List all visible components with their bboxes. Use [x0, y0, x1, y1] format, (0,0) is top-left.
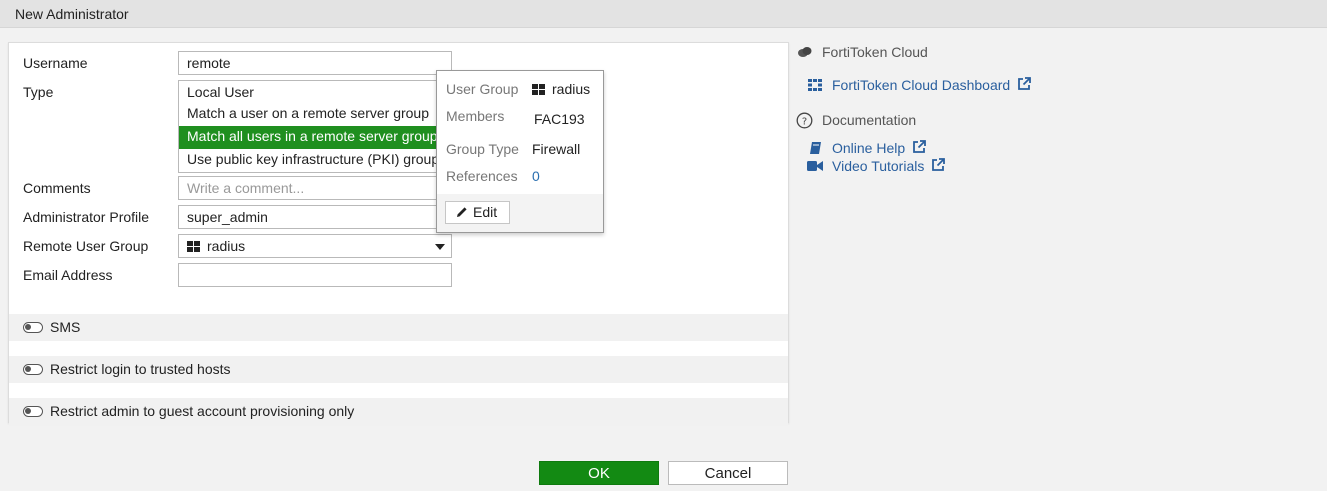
popup-footer: Edit [437, 194, 603, 232]
online-help-link[interactable]: Online Help [832, 140, 927, 156]
type-label: Type [23, 84, 54, 100]
email-field[interactable] [178, 263, 452, 287]
help-circle-icon: ? [796, 112, 813, 129]
sms-toggle[interactable] [23, 322, 43, 333]
guest-only-label: Restrict admin to guest account provisio… [50, 403, 355, 419]
remote-group-select[interactable]: radius [178, 234, 452, 258]
fortitoken-title: FortiToken Cloud [822, 44, 928, 60]
admin-profile-select[interactable]: super_admin [178, 205, 452, 229]
type-option-remote-user[interactable]: Match a user on a remote server group [179, 103, 451, 126]
trusted-hosts-toggle[interactable] [23, 364, 43, 375]
popup-user-group-text: radius [552, 81, 591, 97]
cancel-button[interactable]: Cancel [668, 461, 788, 485]
video-tutorials-link[interactable]: Video Tutorials [832, 158, 946, 174]
comments-field[interactable]: Write a comment... [178, 176, 452, 200]
window-title: New Administrator [15, 6, 129, 22]
remote-group-label: Remote User Group [23, 238, 149, 254]
popup-user-group-key: User Group [446, 81, 519, 97]
fortitoken-dashboard-link[interactable]: FortiToken Cloud Dashboard [832, 77, 1032, 93]
admin-profile-label: Administrator Profile [23, 209, 150, 225]
popup-user-group-value: radius [532, 81, 590, 97]
popup-references-key: References [446, 168, 518, 184]
ok-button[interactable]: OK [539, 461, 659, 485]
user-group-popup: User Group radius Members FAC193 Group T… [436, 70, 604, 233]
username-field[interactable]: remote [178, 51, 452, 75]
fortitoken-cloud-icon [798, 47, 812, 57]
external-link-icon [932, 158, 946, 171]
fortitoken-dashboard-label: FortiToken Cloud Dashboard [832, 77, 1011, 93]
admin-form-panel: Username remote Type Local User Match a … [8, 42, 789, 425]
type-dropdown-list: Match a user on a remote server group Ma… [178, 103, 452, 173]
username-label: Username [23, 55, 88, 71]
type-select[interactable]: Local User [178, 80, 452, 104]
external-link-icon [1018, 77, 1032, 90]
sms-section: SMS [9, 314, 788, 341]
guest-only-toggle[interactable] [23, 406, 43, 417]
popup-group-type-value: Firewall [532, 141, 581, 157]
external-link-icon [913, 140, 927, 153]
pencil-icon [457, 207, 467, 217]
remote-group-value: radius [207, 238, 246, 254]
svg-text:?: ? [802, 117, 807, 128]
user-group-icon [532, 84, 545, 95]
popup-members-key: Members [446, 108, 505, 124]
popup-group-type-key: Group Type [446, 141, 519, 157]
video-tutorials-label: Video Tutorials [832, 158, 925, 174]
chevron-down-icon[interactable] [435, 244, 445, 250]
edit-button[interactable]: Edit [445, 201, 510, 224]
sms-label: SMS [50, 319, 81, 335]
guest-only-section: Restrict admin to guest account provisio… [9, 398, 788, 425]
user-group-icon [187, 241, 200, 252]
type-option-remote-group[interactable]: Match all users in a remote server group [179, 126, 451, 149]
trusted-hosts-section: Restrict login to trusted hosts [9, 356, 788, 383]
email-label: Email Address [23, 267, 113, 283]
dashboard-icon [808, 79, 822, 91]
book-icon [810, 142, 821, 154]
popup-references-value[interactable]: 0 [532, 168, 540, 184]
comments-label: Comments [23, 180, 91, 196]
popup-members-value: FAC193 [534, 111, 585, 127]
trusted-hosts-label: Restrict login to trusted hosts [50, 361, 231, 377]
video-camera-icon [807, 161, 823, 171]
title-bar: New Administrator [0, 0, 1327, 28]
type-option-pki-group[interactable]: Use public key infrastructure (PKI) grou… [179, 149, 451, 172]
edit-button-label: Edit [473, 204, 498, 220]
online-help-label: Online Help [832, 140, 906, 156]
documentation-title: Documentation [822, 112, 917, 128]
